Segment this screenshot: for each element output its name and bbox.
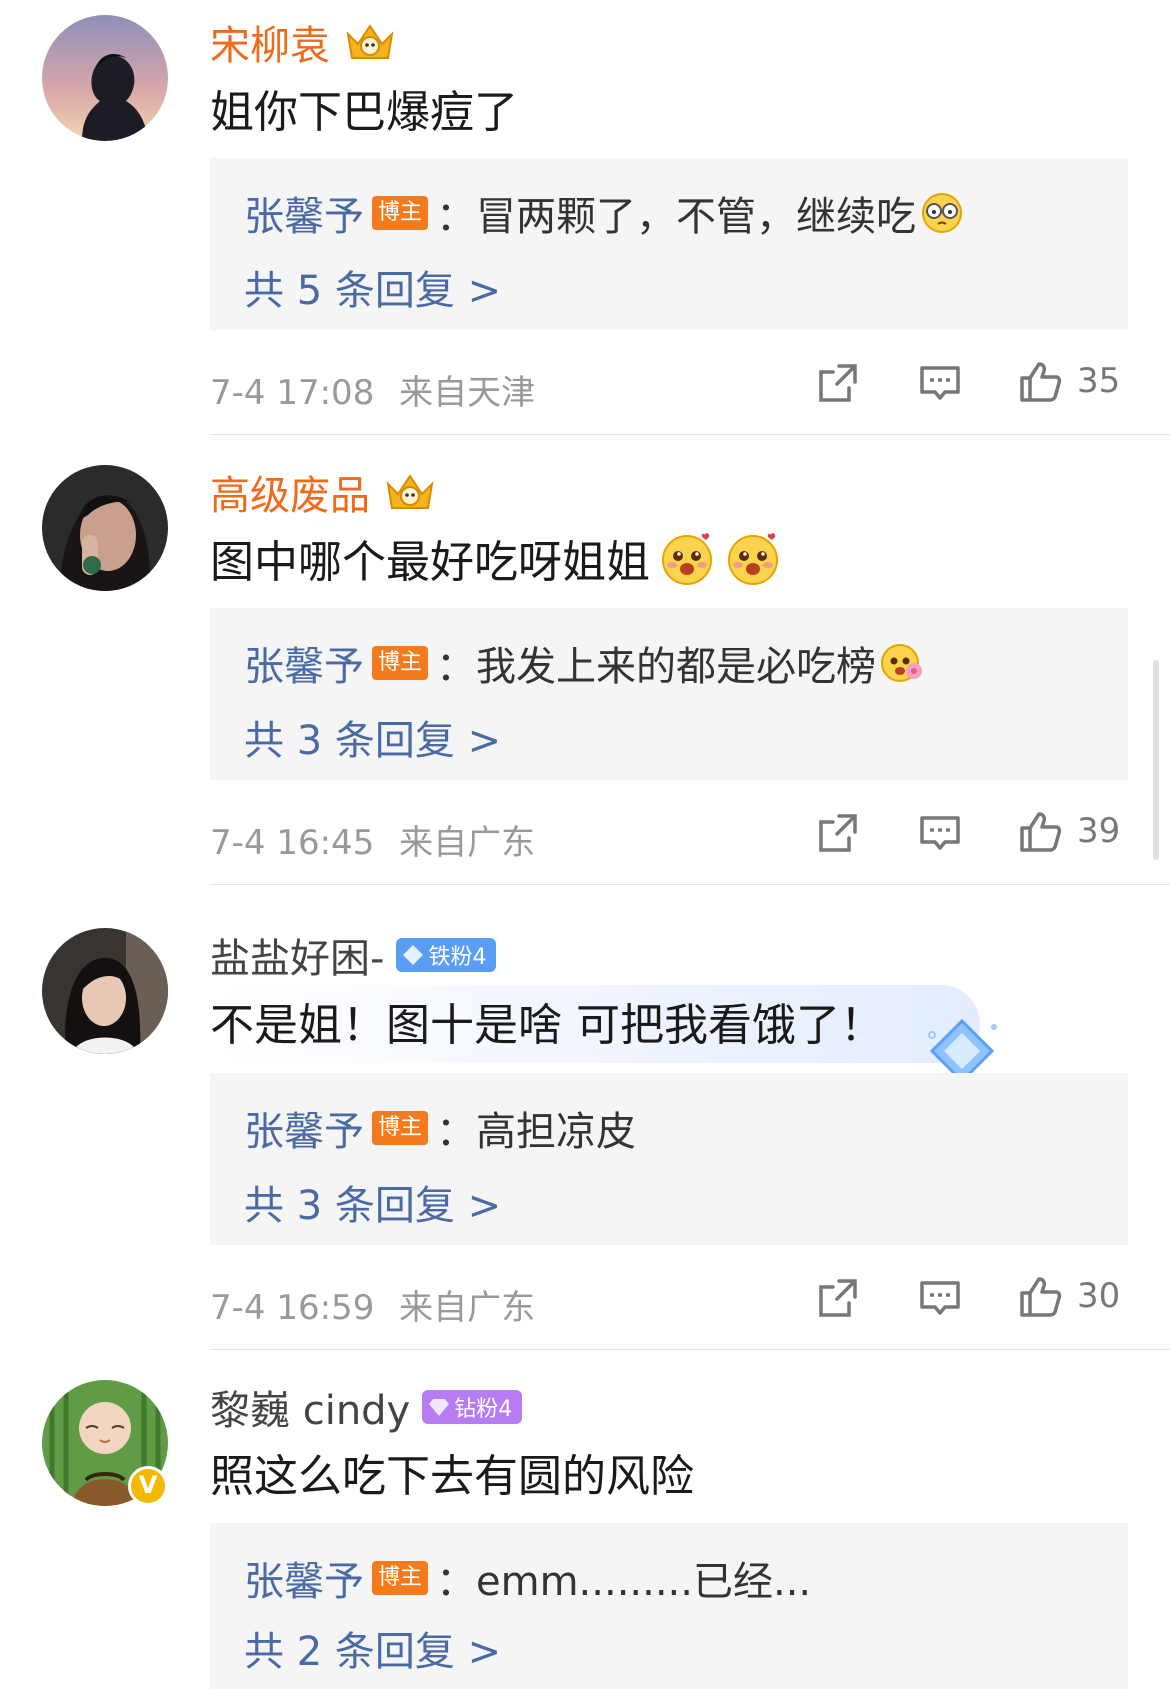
comment-text: 图中哪个最好吃呀姐姐 <box>210 528 782 588</box>
more-replies-link[interactable]: 共 5 条回复 > <box>244 258 501 316</box>
timestamp: 7-4 16:59 <box>210 1288 375 1328</box>
like-count: 30 <box>1077 1276 1121 1316</box>
like-button[interactable]: 30 <box>1017 1273 1120 1319</box>
crown-icon <box>386 474 434 509</box>
reply-preview[interactable]: 张馨予 博主 ：冒两颗了，不管，继续吃 共 5 条回复 > <box>210 158 1128 330</box>
share-button[interactable] <box>815 810 861 856</box>
location: 来自广东 <box>399 1288 536 1328</box>
scrollbar[interactable] <box>1153 660 1159 860</box>
love-emoji <box>881 644 923 682</box>
comment-icon <box>920 816 960 850</box>
fan-badge: 铁粉4 <box>396 938 497 972</box>
timestamp: 7-4 17:08 <box>210 373 375 413</box>
comment-text: 照这么吃下去有圆的风险 <box>210 1451 694 1502</box>
like-icon <box>1020 812 1062 852</box>
username-row: 高级废品 <box>210 467 438 519</box>
username[interactable]: 宋柳袁 <box>210 13 330 71</box>
share-icon <box>819 814 857 852</box>
reply-preview[interactable]: 张馨予 博主 ：我发上来的都是必吃榜 共 3 条回复 > <box>210 608 1128 780</box>
comment-meta: 7-4 17:08 来自天津 <box>210 365 535 414</box>
comment-button[interactable] <box>917 360 963 406</box>
avatar-image <box>42 465 168 591</box>
blush-emoji <box>662 533 712 585</box>
username-row: 黎巍 cindy 钻粉4 <box>210 1382 523 1434</box>
reply-author[interactable]: 张馨予 <box>244 1549 364 1607</box>
share-button[interactable] <box>815 360 861 406</box>
like-icon <box>1020 362 1062 402</box>
like-icon <box>1020 1277 1062 1317</box>
host-badge: 博主 <box>372 1561 429 1595</box>
share-button[interactable] <box>815 1275 861 1321</box>
more-replies-link[interactable]: 共 3 条回复 > <box>244 708 501 766</box>
divider <box>210 434 1170 435</box>
avatar-image <box>42 928 168 1054</box>
reply-preview[interactable]: 张馨予 博主 ：高担凉皮 共 3 条回复 > <box>210 1073 1128 1245</box>
divider <box>210 884 1170 885</box>
avatar[interactable] <box>42 928 168 1054</box>
crown-icon <box>346 24 394 59</box>
more-replies-link[interactable]: 共 3 条回复 > <box>244 1173 501 1231</box>
comment-button[interactable] <box>917 1275 963 1321</box>
reply-author[interactable]: 张馨予 <box>244 1099 364 1157</box>
like-count: 39 <box>1077 811 1121 851</box>
like-count: 35 <box>1077 361 1121 401</box>
host-badge: 博主 <box>372 646 429 680</box>
reply-text: ：高担凉皮 <box>436 1109 637 1155</box>
share-icon <box>819 364 857 402</box>
timestamp: 7-4 16:45 <box>210 823 375 863</box>
reply-author[interactable]: 张馨予 <box>244 634 364 692</box>
share-icon <box>819 1279 857 1317</box>
reply-author[interactable]: 张馨予 <box>244 184 364 242</box>
glasses-emoji <box>922 193 963 233</box>
gem-icon <box>429 1399 450 1416</box>
avatar-image <box>42 15 168 141</box>
like-button[interactable]: 39 <box>1017 808 1120 854</box>
like-button[interactable]: 35 <box>1017 358 1120 404</box>
host-badge: 博主 <box>372 196 429 230</box>
location: 来自天津 <box>399 373 536 413</box>
avatar[interactable] <box>42 15 168 141</box>
comment-text: 不是姐！图十是啥 可把我看饿了！ <box>210 1000 884 1051</box>
host-badge: 博主 <box>372 1111 429 1145</box>
gem-icon <box>403 945 424 965</box>
username[interactable]: 盐盐好困- <box>210 926 384 984</box>
fan-badge: 钻粉4 <box>422 1390 523 1424</box>
comment-text: 姐你下巴爆痘了 <box>210 87 518 138</box>
comment-icon <box>920 1281 960 1315</box>
avatar[interactable] <box>42 465 168 591</box>
location: 来自广东 <box>399 823 536 863</box>
comment-button[interactable] <box>917 810 963 856</box>
divider <box>210 1349 1170 1350</box>
verified-badge: V <box>128 1466 168 1506</box>
reply-text: ：我发上来的都是必吃榜 <box>436 644 877 690</box>
username[interactable]: 黎巍 cindy <box>210 1378 410 1436</box>
comment-icon <box>920 366 960 400</box>
reply-text: ：emm.........已经... <box>436 1559 812 1605</box>
more-replies-link[interactable]: 共 2 条回复 > <box>244 1619 501 1677</box>
comment-meta: 7-4 16:45 来自广东 <box>210 815 535 864</box>
username[interactable]: 高级废品 <box>210 463 370 521</box>
blush-emoji <box>728 533 778 585</box>
username-row: 盐盐好困- 铁粉4 <box>210 930 497 982</box>
reply-text: ：冒两颗了，不管，继续吃 <box>436 194 917 240</box>
comment-meta: 7-4 16:59 来自广东 <box>210 1280 535 1329</box>
reply-preview[interactable]: 张馨予 博主 ：emm.........已经... 共 2 条回复 > <box>210 1523 1128 1689</box>
username-row: 宋柳袁 <box>210 17 398 69</box>
